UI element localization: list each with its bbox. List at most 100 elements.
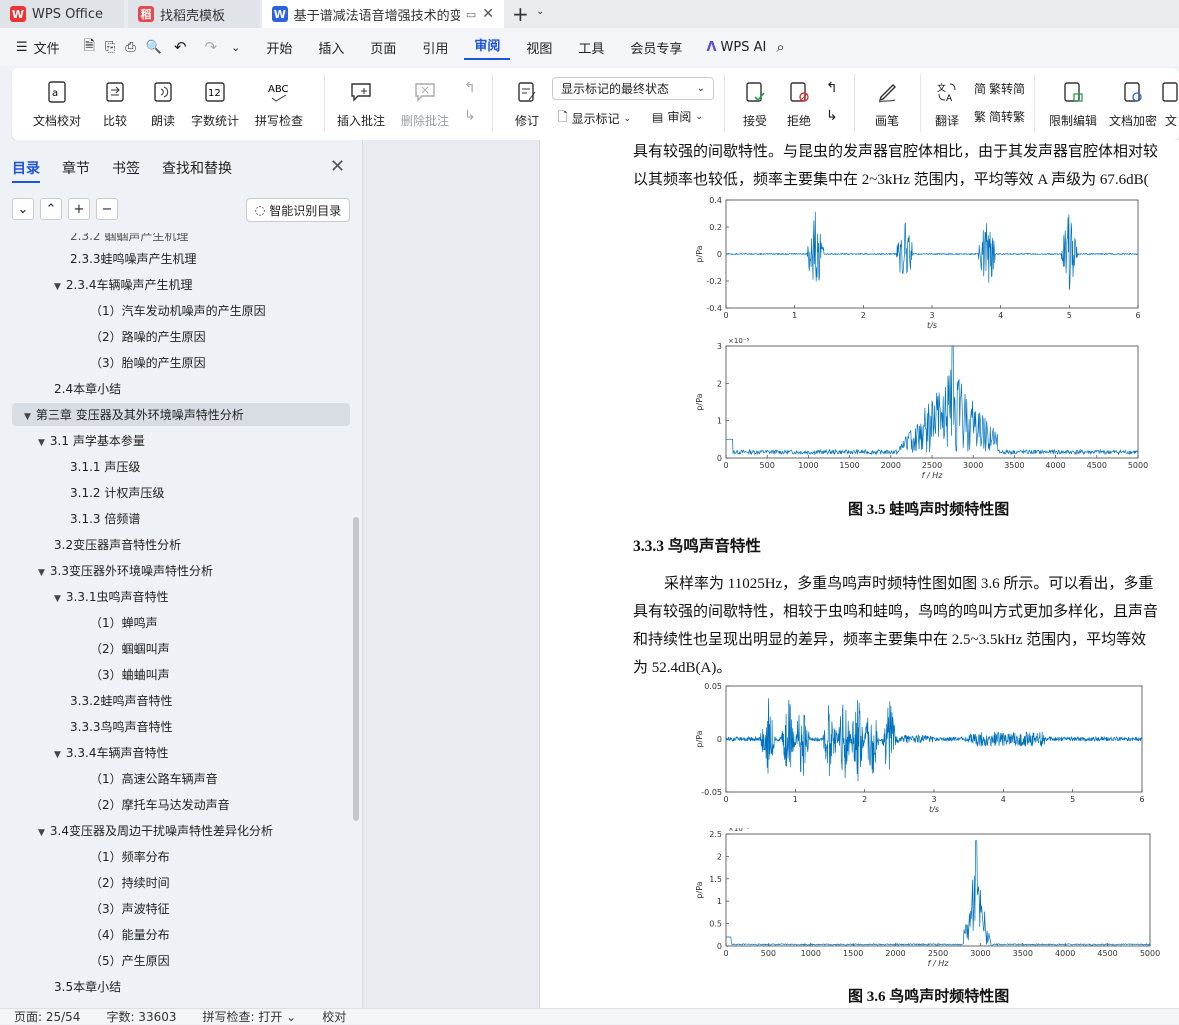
- simp-to-trad-button[interactable]: 繁简转繁: [974, 108, 1025, 125]
- tab-wps-office[interactable]: W WPS Office: [0, 0, 124, 28]
- close-icon[interactable]: ✕: [482, 6, 494, 22]
- insert-comment-button[interactable]: 插入批注: [330, 74, 392, 134]
- toc-item[interactable]: ▼ 3.3变压器外环境噪声特性分析: [38, 562, 213, 579]
- toc-item[interactable]: ▼ 第三章 变压器及其外环境噪声特性分析: [12, 403, 350, 426]
- smart-toc-button[interactable]: ◌ 智能识别目录: [246, 198, 350, 222]
- toc-item[interactable]: （1）频率分布: [90, 848, 170, 865]
- toc-item[interactable]: （3）声波特征: [90, 900, 170, 917]
- menu-review[interactable]: 审阅: [464, 35, 511, 60]
- spell-check-button[interactable]: ABC 拼写检查: [248, 74, 310, 134]
- toc-item[interactable]: （1）汽车发动机噪声的产生原因: [90, 302, 266, 319]
- pen-button[interactable]: 画笔: [856, 74, 918, 134]
- markup-state-select[interactable]: 显示标记的最终状态 ⌄: [552, 77, 714, 100]
- toc-item[interactable]: 3.3.2蛙鸣声音特性: [70, 692, 173, 709]
- toc-item[interactable]: 2.3.3蛙鸣噪声产生机理: [70, 250, 197, 267]
- toc-item[interactable]: （2）路噪的产生原因: [90, 328, 206, 345]
- reject-button[interactable]: 拒绝: [768, 74, 830, 134]
- toc-item[interactable]: （2）摩托车马达发动声音: [90, 796, 230, 813]
- menu-reference[interactable]: 引用: [412, 38, 458, 57]
- close-pane-icon[interactable]: ✕: [330, 156, 345, 177]
- toc-item[interactable]: （1）蝉鸣声: [90, 614, 158, 631]
- caret-down-icon[interactable]: ▼: [24, 412, 31, 422]
- toc-item[interactable]: 3.1.1 声压级: [70, 458, 140, 475]
- menu-tools[interactable]: 工具: [568, 38, 614, 57]
- caret-down-icon[interactable]: ▼: [54, 750, 61, 760]
- toc-item[interactable]: ▼ 3.4变压器及周边干扰噪声特性差异化分析: [38, 822, 273, 839]
- previous-change-icon[interactable]: ↰: [826, 80, 838, 96]
- caret-down-icon[interactable]: ▼: [38, 438, 45, 448]
- toc-item[interactable]: （4）能量分布: [90, 926, 170, 943]
- menu-member[interactable]: 会员专享: [620, 38, 692, 57]
- previous-comment-icon[interactable]: ↰: [464, 80, 476, 96]
- search-icon[interactable]: ⌕: [776, 38, 784, 56]
- file-menu[interactable]: 文件: [32, 38, 70, 57]
- proofread-button[interactable]: a 文档校对: [26, 74, 88, 134]
- share-icon[interactable]: ⎘: [105, 40, 115, 55]
- word-count[interactable]: 字数: 33603: [106, 1008, 176, 1025]
- review-pane-button[interactable]: ▤ 审阅 ⌄: [652, 108, 703, 125]
- menu-insert[interactable]: 插入: [308, 38, 354, 57]
- encrypt-doc-button[interactable]: 文档加密: [1102, 74, 1164, 134]
- delete-comment-button[interactable]: 删除批注: [394, 74, 456, 134]
- toc-item[interactable]: （2）持续时间: [90, 874, 170, 891]
- menu-page[interactable]: 页面: [360, 38, 406, 57]
- toc-item[interactable]: ▼ 2.3.4车辆噪声产生机理: [54, 276, 192, 293]
- tab-chapters[interactable]: 章节: [62, 158, 90, 183]
- word-count-button[interactable]: 12 字数统计: [184, 74, 246, 134]
- next-comment-icon[interactable]: ↳: [464, 108, 476, 124]
- spell-check-status[interactable]: 拼写检查: 打开 ⌄: [203, 1008, 297, 1025]
- x-tick-label: 5000: [1140, 949, 1160, 958]
- menu-view[interactable]: 视图: [516, 38, 562, 57]
- undo-icon[interactable]: ↶: [174, 38, 187, 56]
- redo-icon[interactable]: ↷: [205, 38, 218, 56]
- toc-item[interactable]: （3）胎噪的产生原因: [90, 354, 206, 371]
- print-icon[interactable]: ⎙: [125, 40, 135, 55]
- caret-down-icon[interactable]: ▼: [54, 594, 61, 604]
- tab-find-replace[interactable]: 查找和替换: [162, 158, 232, 183]
- tab-toc[interactable]: 目录: [12, 158, 40, 183]
- button-label: 文档加密: [1108, 114, 1157, 128]
- toc-item[interactable]: ▼ 3.1 声学基本参量: [38, 432, 145, 449]
- hamburger-icon[interactable]: ☰: [0, 40, 32, 55]
- more-icon[interactable]: ⌄: [231, 41, 240, 54]
- toc-item[interactable]: 3.3.3鸟鸣声音特性: [70, 718, 173, 735]
- restrict-editing-button[interactable]: 限制编辑: [1042, 74, 1104, 134]
- menu-start[interactable]: 开始: [256, 38, 302, 57]
- show-markup-button[interactable]: 🗋 显示标记 ⌄: [558, 108, 631, 129]
- chevron-down-icon[interactable]: ⌄: [536, 6, 544, 17]
- page-indicator[interactable]: 页面: 25/54: [14, 1008, 80, 1025]
- proofread-status[interactable]: 校对: [322, 1008, 346, 1025]
- toc-item[interactable]: （3）蛐蛐叫声: [90, 666, 170, 683]
- save-icon[interactable]: 🗎: [84, 35, 95, 59]
- more-ribbon-button[interactable]: 文: [1156, 74, 1179, 134]
- tab-docer[interactable]: 稻 找稻壳模板: [128, 0, 260, 28]
- expand-down-icon[interactable]: ⌄: [12, 198, 34, 220]
- caret-down-icon[interactable]: ▼: [54, 282, 61, 292]
- remove-heading-icon[interactable]: −: [96, 198, 118, 220]
- tab-document[interactable]: W 基于谱减法语音增强技术的变压 ▭ ✕: [262, 0, 504, 28]
- toc-item[interactable]: （5）产生原因: [90, 952, 170, 969]
- track-changes-button[interactable]: 修订: [496, 74, 558, 134]
- translate-button[interactable]: 文A 翻译: [916, 74, 978, 134]
- print-preview-icon[interactable]: 🔍: [146, 40, 162, 55]
- toc-item[interactable]: 2.4本章小结: [54, 380, 121, 397]
- new-tab-button[interactable]: +: [512, 2, 529, 26]
- caret-down-icon[interactable]: ▼: [38, 828, 45, 838]
- next-change-icon[interactable]: ↳: [826, 108, 838, 124]
- collapse-up-icon[interactable]: ⌃: [40, 198, 62, 220]
- toc-scrollbar[interactable]: [353, 517, 359, 821]
- tab-bookmarks[interactable]: 书签: [112, 158, 140, 183]
- toc-item[interactable]: 3.1.3 倍频谱: [70, 510, 140, 527]
- toc-item[interactable]: 3.5本章小结: [54, 978, 121, 995]
- document-icon: [1162, 82, 1178, 102]
- toc-item[interactable]: ▼ 3.3.1虫鸣声音特性: [54, 588, 168, 605]
- toc-item[interactable]: 3.2变压器声音特性分析: [54, 536, 181, 553]
- toc-item[interactable]: 3.1.2 计权声压级: [70, 484, 164, 501]
- toc-item[interactable]: （1）高速公路车辆声音: [90, 770, 218, 787]
- menu-wps-ai[interactable]: WPS AI: [717, 40, 777, 55]
- trad-to-simp-button[interactable]: 简繁转简: [974, 80, 1025, 97]
- toc-item[interactable]: （2）蝈蝈叫声: [90, 640, 170, 657]
- caret-down-icon[interactable]: ▼: [38, 568, 45, 578]
- toc-item[interactable]: ▼ 3.3.4车辆声音特性: [54, 744, 168, 761]
- add-heading-icon[interactable]: +: [68, 198, 90, 220]
